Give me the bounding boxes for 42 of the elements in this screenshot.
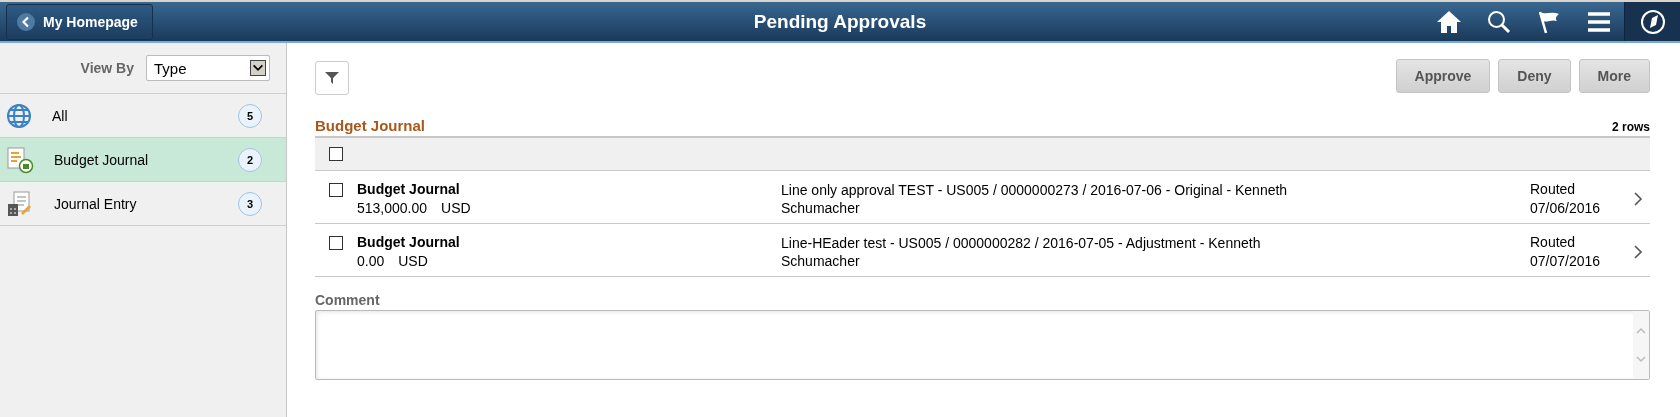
calculator-document-icon <box>6 189 34 218</box>
amount: 0.00 <box>357 253 385 269</box>
row-checkbox[interactable] <box>329 236 343 250</box>
sidebar-item-label: Journal Entry <box>54 195 138 212</box>
date: 07/07/2016 <box>1530 253 1602 269</box>
sidebar-item[interactable]: Journal Entry 3 <box>0 182 286 226</box>
view-by-label: View By <box>80 60 134 76</box>
comment-label: Comment <box>315 292 381 308</box>
row-count: 2 rows <box>1612 120 1650 134</box>
status: Routed <box>1530 234 1577 250</box>
amount: 513,000.00 <box>357 200 428 216</box>
currency: USD <box>441 200 471 216</box>
transaction-type: Budget Journal <box>357 234 461 250</box>
description: Line only approval TEST - US005 / 0000000273 / 2016-07-06 - Original - Kenneth Schumacher <box>781 181 1289 217</box>
select-all-checkbox[interactable] <box>329 147 343 161</box>
sidebar-item[interactable]: Budget Journal 2 <box>0 138 286 182</box>
row-checkbox[interactable] <box>329 183 343 197</box>
action-button[interactable]: More <box>1578 59 1650 93</box>
action-button[interactable]: Approve <box>1395 59 1491 93</box>
scrollbar-arrows-icon <box>1633 311 1649 379</box>
date: 07/06/2016 <box>1530 200 1602 216</box>
sidebar-item-label: All <box>52 107 69 124</box>
count-badge: 3 <box>238 191 262 216</box>
count-badge: 5 <box>238 103 262 128</box>
action-button[interactable]: Deny <box>1498 59 1571 93</box>
description: Line-HEader test - US005 / 0000000282 / 2016-07-05 - Adjustment - Kenneth Schumacher <box>781 234 1262 270</box>
transaction-type: Budget Journal <box>357 181 461 197</box>
page-title: Pending Approvals <box>753 10 927 33</box>
compass-icon[interactable] <box>1624 2 1680 41</box>
filter-button[interactable] <box>315 61 349 95</box>
grid-title: Budget Journal <box>315 117 425 134</box>
currency: USD <box>398 253 428 269</box>
view-by-dropdown[interactable]: Type <box>146 55 270 81</box>
back-icon <box>17 12 35 31</box>
document-approval-icon <box>6 145 34 174</box>
globe-icon <box>6 102 32 129</box>
caret-icon <box>250 60 266 76</box>
sidebar-item-label: Budget Journal <box>54 151 150 168</box>
filter-icon <box>325 71 339 85</box>
back-button[interactable]: My Homepage <box>6 3 153 40</box>
status: Routed <box>1530 181 1577 197</box>
count-badge: 2 <box>238 147 262 172</box>
